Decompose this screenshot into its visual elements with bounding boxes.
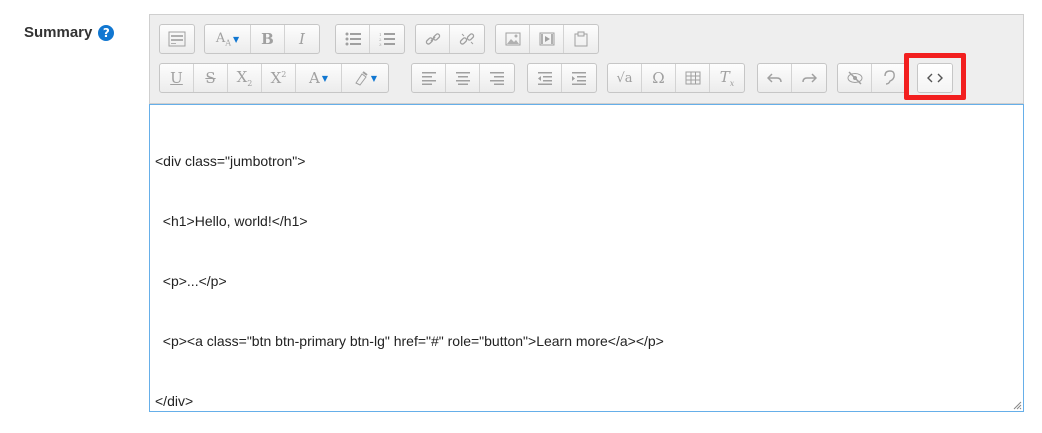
indent-icon — [572, 72, 586, 85]
align-center-button[interactable] — [446, 64, 480, 92]
bold-button[interactable]: B — [251, 25, 285, 53]
toolbar-group-insert: √a Ω Tx — [607, 63, 745, 93]
screenreader-helper-button[interactable] — [872, 64, 906, 92]
show-more-buttons-button[interactable] — [160, 25, 194, 53]
image-button[interactable] — [496, 25, 530, 53]
html-source-highlight-box — [904, 53, 966, 100]
toolbar-group-text-format: U S X2 X2 A ▼ ▼ — [159, 63, 389, 93]
summary-label: Summary — [24, 24, 93, 41]
ear-icon — [884, 70, 895, 85]
superscript-icon: X2 — [270, 69, 287, 87]
editor-toolbar: AA ▼ B I 123 U S X2 X2 A ▼ ▼ √a Ω Tx — [149, 14, 1024, 104]
link-icon — [425, 33, 440, 45]
underline-icon: U — [170, 69, 183, 87]
media-icon — [539, 32, 554, 46]
toolbar-toggle-icon — [168, 31, 186, 47]
resize-grip-icon[interactable] — [1012, 400, 1022, 410]
equation-button[interactable]: √a — [608, 64, 642, 92]
special-character-button[interactable]: Ω — [642, 64, 676, 92]
paragraph-styles-icon: AA — [215, 30, 231, 48]
eye-slash-icon — [847, 71, 862, 85]
chevron-down-icon: ▼ — [370, 73, 378, 83]
manage-files-button[interactable] — [564, 25, 598, 53]
redo-button[interactable] — [792, 64, 826, 92]
font-color-button[interactable]: A ▼ — [296, 64, 342, 92]
toolbar-group-history — [757, 63, 827, 93]
html-source-textarea[interactable]: <div class="jumbotron"> <h1>Hello, world… — [149, 104, 1024, 412]
background-color-icon — [355, 71, 368, 86]
field-label: Summary ? — [24, 24, 115, 41]
underline-button[interactable]: U — [160, 64, 194, 92]
unordered-list-button[interactable] — [336, 25, 370, 53]
code-line: <p><a class="btn btn-primary btn-lg" hre… — [155, 333, 664, 349]
background-color-button[interactable]: ▼ — [342, 64, 388, 92]
accessibility-checker-button[interactable] — [838, 64, 872, 92]
align-right-icon — [490, 72, 504, 85]
clear-formatting-button[interactable]: Tx — [710, 64, 744, 92]
undo-button[interactable] — [758, 64, 792, 92]
outdent-button[interactable] — [528, 64, 562, 92]
unordered-list-icon — [345, 32, 361, 46]
italic-icon: I — [299, 30, 305, 48]
subscript-button[interactable]: X2 — [228, 64, 262, 92]
table-button[interactable] — [676, 64, 710, 92]
redo-icon — [802, 73, 817, 83]
toolbar-group-indent — [527, 63, 597, 93]
align-left-button[interactable] — [412, 64, 446, 92]
indent-button[interactable] — [562, 64, 596, 92]
strikethrough-icon: S — [205, 69, 216, 87]
svg-text:3: 3 — [379, 42, 382, 46]
subscript-icon: X2 — [236, 68, 253, 88]
unlink-icon — [459, 33, 475, 45]
media-button[interactable] — [530, 25, 564, 53]
link-button[interactable] — [416, 25, 450, 53]
image-icon — [505, 32, 520, 46]
ordered-list-button[interactable]: 123 — [370, 25, 404, 53]
toolbar-group-align — [411, 63, 515, 93]
paragraph-styles-button[interactable]: AA ▼ — [205, 25, 251, 53]
toolbar-group-links — [415, 24, 485, 54]
chevron-down-icon: ▼ — [321, 73, 328, 83]
align-center-icon — [455, 72, 470, 85]
clear-formatting-icon: Tx — [719, 68, 735, 88]
toolbar-group-toggle — [159, 24, 195, 54]
align-right-button[interactable] — [480, 64, 514, 92]
code-line: </div> — [155, 393, 194, 409]
undo-icon — [766, 73, 782, 83]
strikethrough-button[interactable]: S — [194, 64, 228, 92]
help-icon[interactable]: ? — [98, 24, 115, 41]
align-left-icon — [421, 72, 436, 85]
code-line: <h1>Hello, world!</h1> — [155, 213, 308, 229]
font-color-icon: A — [309, 69, 320, 87]
toolbar-group-media — [495, 24, 599, 54]
files-icon — [574, 31, 588, 47]
equation-icon: √a — [616, 70, 633, 86]
toolbar-group-lists: 123 — [335, 24, 405, 54]
ordered-list-icon: 123 — [379, 32, 395, 46]
superscript-button[interactable]: X2 — [262, 64, 296, 92]
chevron-down-icon: ▼ — [233, 34, 240, 44]
outdent-icon — [537, 72, 552, 85]
omega-icon: Ω — [652, 69, 665, 87]
code-line: <div class="jumbotron"> — [155, 153, 306, 169]
code-line: <p>...</p> — [155, 273, 227, 289]
italic-button[interactable]: I — [285, 25, 319, 53]
bold-icon: B — [261, 30, 274, 48]
toolbar-group-style: AA ▼ B I — [204, 24, 320, 54]
unlink-button[interactable] — [450, 25, 484, 53]
table-icon — [685, 71, 700, 85]
toolbar-group-accessibility — [837, 63, 907, 93]
